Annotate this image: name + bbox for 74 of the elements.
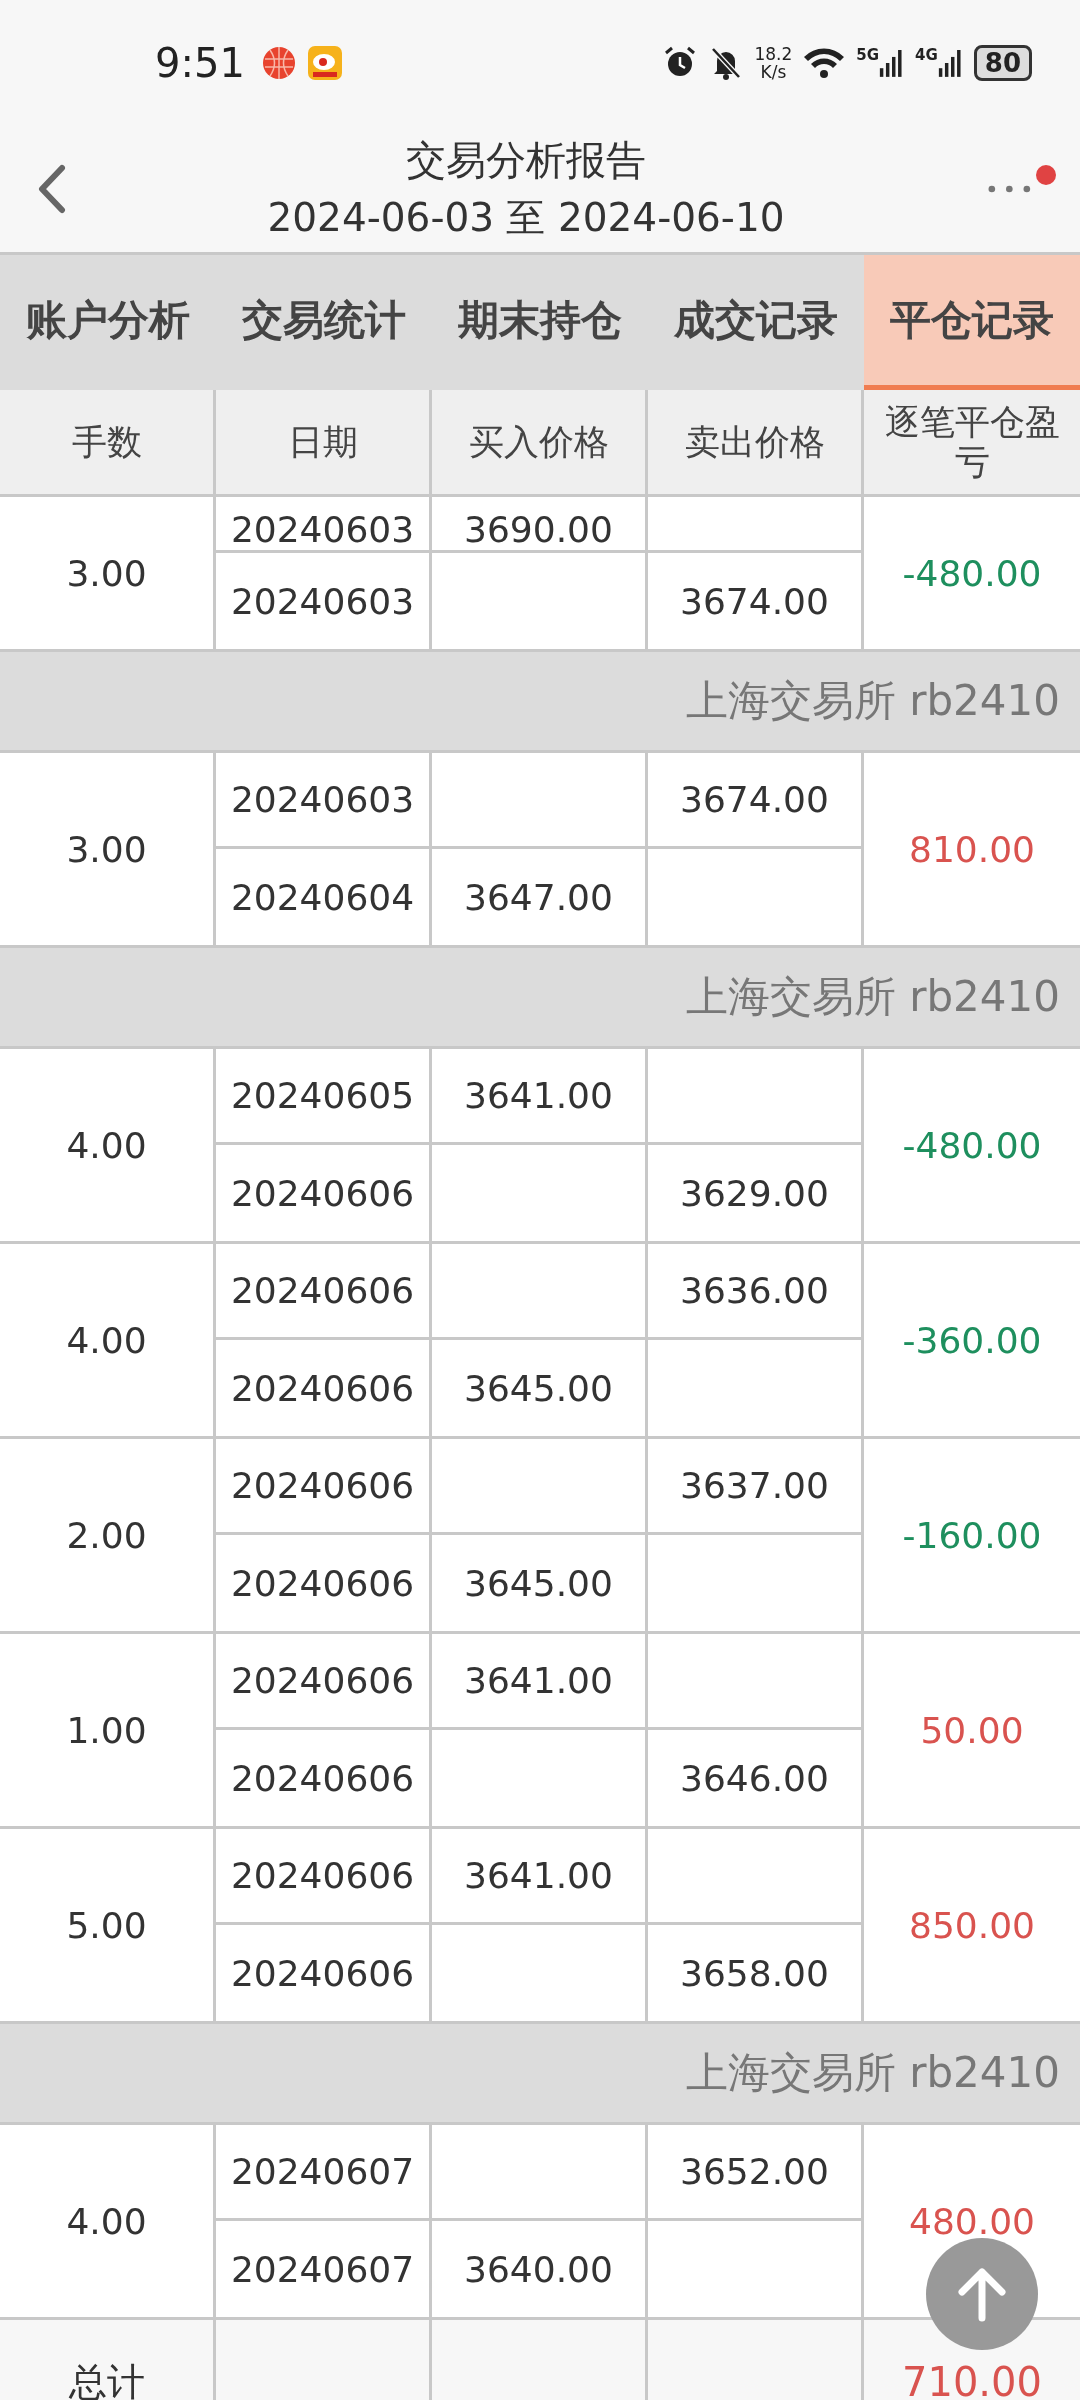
table-cell: 20240606 <box>216 1925 432 2021</box>
back-icon[interactable] <box>36 164 66 214</box>
profit-loss-value: -360.00 <box>902 1319 1042 1361</box>
speed-unit: K/s <box>760 63 787 81</box>
table-cell: 3658.00 <box>648 1925 864 2021</box>
tab[interactable]: 期末持仓 <box>432 255 648 390</box>
tab[interactable]: 账户分析 <box>0 255 216 390</box>
column-header: 卖出价格 <box>648 390 864 494</box>
table-cell: 2.00 <box>0 1439 216 1631</box>
table-cell: 20240603 <box>216 497 432 553</box>
table-cell: 20240606 <box>216 1145 432 1241</box>
table-cell: 3629.00 <box>648 1145 864 1241</box>
speed-value: 18.2 <box>754 45 793 63</box>
tab[interactable]: 平仓记录 <box>864 255 1080 390</box>
table-cell: 20240606 <box>216 1535 432 1631</box>
table-cell: 20240605 <box>216 1049 432 1145</box>
table-cell: 20240607 <box>216 2125 432 2221</box>
battery-indicator: 80 <box>973 45 1032 81</box>
table-cell: 20240606 <box>216 1439 432 1535</box>
table-cell: 3.00 <box>0 497 216 649</box>
column-header: 日期 <box>216 390 432 494</box>
globe-app-icon <box>260 45 297 81</box>
table-cell: 5.00 <box>0 1829 216 2021</box>
table-cell: 1.00 <box>0 1634 216 1826</box>
table-cell: 3690.00 <box>432 497 648 553</box>
table-cell: 3674.00 <box>648 753 864 849</box>
profit-loss-value: 50.00 <box>920 1709 1024 1751</box>
eye-app-icon <box>306 45 343 81</box>
column-header: 逐笔平仓盈亏 <box>883 401 1061 484</box>
table-cell: 4.00 <box>0 1049 216 1241</box>
table-cell: 4.00 <box>0 2125 216 2317</box>
table-cell: 3647.00 <box>432 849 648 945</box>
profit-loss-value: 810.00 <box>909 828 1035 870</box>
table-cell: 3652.00 <box>648 2125 864 2221</box>
table-cell: 3646.00 <box>648 1730 864 1826</box>
network-label: 5G <box>856 46 880 64</box>
table-cell: 3637.00 <box>648 1439 864 1535</box>
table-cell: 20240604 <box>216 849 432 945</box>
date-range: 2024-06-03 至 2024-06-10 <box>267 194 785 242</box>
status-time: 9:51 <box>155 40 245 86</box>
exchange-label: 上海交易所 rb2410 <box>685 971 1060 1023</box>
column-header: 买入价格 <box>432 390 648 494</box>
table-cell: 20240606 <box>216 1829 432 1925</box>
network-label: 4G <box>915 46 938 64</box>
table-cell: 3640.00 <box>432 2221 648 2317</box>
table-cell: 20240606 <box>216 1634 432 1730</box>
table-cell: 20240603 <box>216 753 432 849</box>
page-title: 交易分析报告 <box>406 136 646 185</box>
table-cell: 3636.00 <box>648 1244 864 1340</box>
column-header: 手数 <box>0 390 216 494</box>
total-label: 总计 <box>0 2320 216 2400</box>
profit-loss-value: -160.00 <box>902 1514 1042 1556</box>
table-cell: 4.00 <box>0 1244 216 1436</box>
table-cell: 3645.00 <box>432 1535 648 1631</box>
table-cell: 20240607 <box>216 2221 432 2317</box>
table-cell: 20240606 <box>216 1340 432 1436</box>
exchange-label: 上海交易所 rb2410 <box>685 675 1060 727</box>
exchange-label: 上海交易所 rb2410 <box>685 2047 1060 2099</box>
table-cell: 3645.00 <box>432 1340 648 1436</box>
tab[interactable]: 成交记录 <box>648 255 864 390</box>
profit-loss-value: 480.00 <box>909 2200 1035 2242</box>
table-cell: 20240603 <box>216 553 432 649</box>
table-cell: 20240606 <box>216 1730 432 1826</box>
table-cell: 3674.00 <box>648 553 864 649</box>
total-value: 710.00 <box>902 2360 1042 2400</box>
table-cell: 3641.00 <box>432 1634 648 1730</box>
table-cell: 3641.00 <box>432 1829 648 1925</box>
tab[interactable]: 交易统计 <box>216 255 432 390</box>
profit-loss-value: -480.00 <box>902 552 1042 594</box>
profit-loss-value: 850.00 <box>909 1904 1035 1946</box>
table-cell: 3641.00 <box>432 1049 648 1145</box>
profit-loss-value: -480.00 <box>902 1124 1042 1166</box>
table-cell: 20240606 <box>216 1244 432 1340</box>
table-cell: 3.00 <box>0 753 216 945</box>
